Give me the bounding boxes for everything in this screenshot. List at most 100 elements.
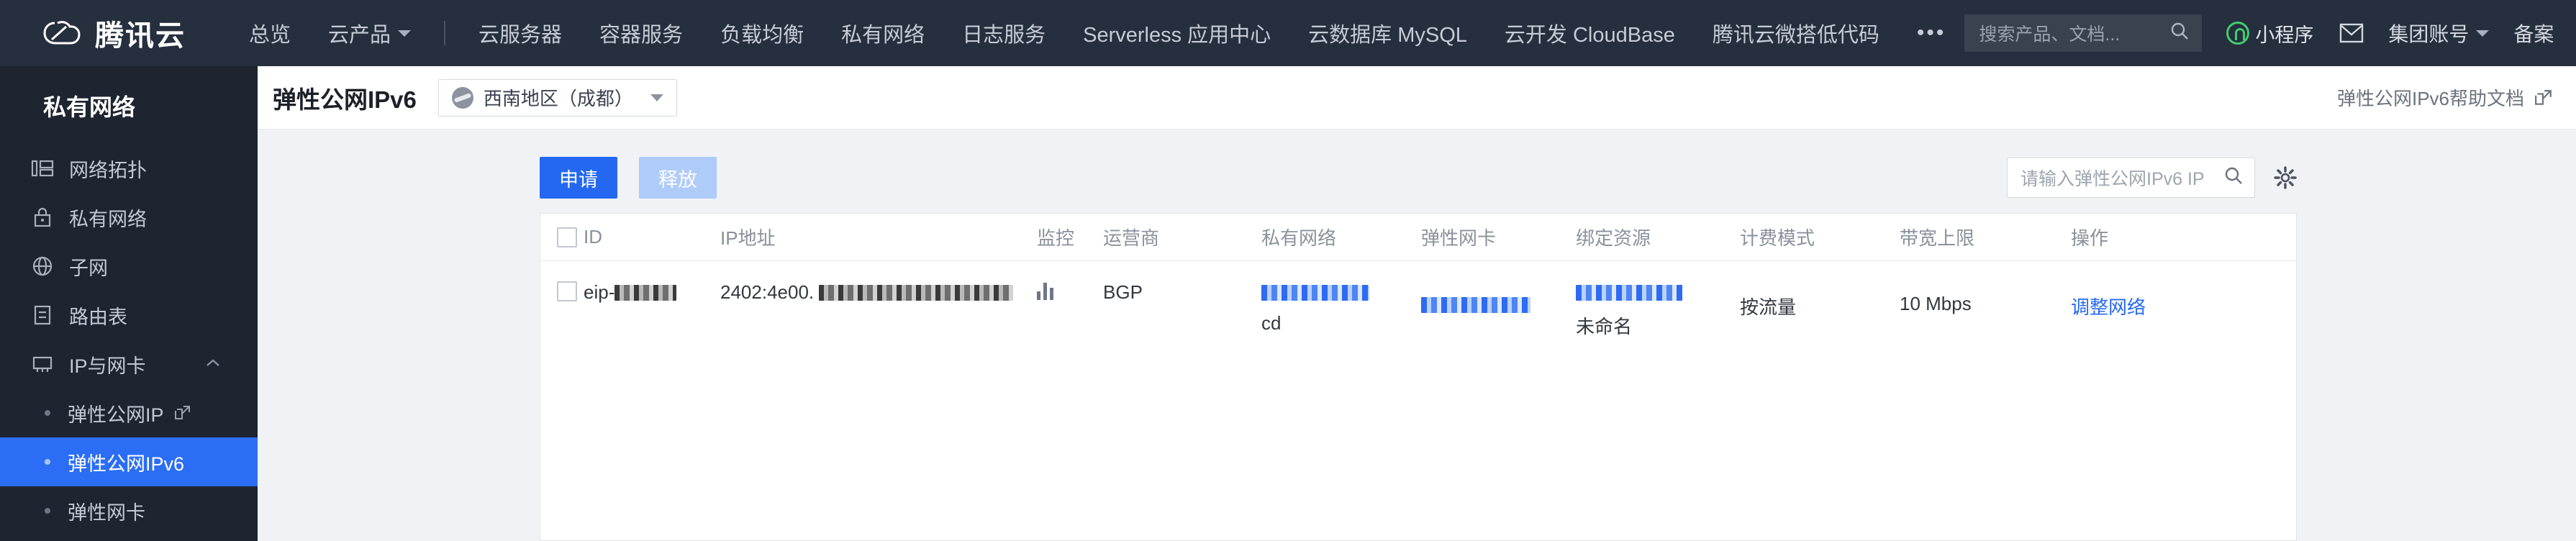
row-checkbox[interactable] <box>557 281 577 301</box>
sidebar: 私有网络 网络拓扑 私有网络 子网 路由表 IP与网卡 弹性公网IP 弹性公网I… <box>0 66 258 541</box>
top-header: 腾讯云 总览 云产品 云服务器 容器服务 负载均衡 私有网络 日志服务 Serv… <box>0 0 2576 66</box>
sidebar-item-eni[interactable]: 弹性网卡 <box>0 486 258 535</box>
row-select-cell <box>540 281 584 301</box>
global-search-placeholder: 搜索产品、文档... <box>1979 24 2121 45</box>
nav-label: 云数据库 MySQL <box>1308 24 1467 47</box>
chevron-up-icon[interactable] <box>204 355 222 373</box>
nav-more-button[interactable]: ••• <box>1898 21 1965 45</box>
column-header-ip: IP地址 <box>720 227 776 249</box>
external-link-icon <box>174 404 191 422</box>
brand-name: 腾讯云 <box>95 20 186 52</box>
page-title: 弹性公网IPv6 <box>273 86 417 113</box>
header-link-label: 备案 <box>2513 23 2554 45</box>
apply-button[interactable]: 申请 <box>540 157 617 199</box>
help-doc-link[interactable]: 弹性公网IPv6帮助文档 <box>2337 84 2553 111</box>
table-row[interactable]: eip- 2402:4e00. BGP cd 未命名 按流量 10 Mbps 调… <box>540 261 2296 339</box>
table-search-box[interactable]: 请输入弹性公网IPv6 IP <box>2007 158 2255 198</box>
nav-label: 日志服务 <box>962 24 1046 47</box>
cell-billing-mode: 按流量 <box>1740 296 1797 318</box>
column-header-bandwidth: 带宽上限 <box>1900 227 1975 249</box>
redacted-vpc <box>1261 285 1369 301</box>
sidebar-item-label: IP与网卡 <box>69 355 146 377</box>
topology-icon <box>30 156 55 181</box>
cell-id-prefix: eip- <box>584 281 615 303</box>
nav-item-overview[interactable]: 总览 <box>230 0 309 66</box>
bar-chart-icon[interactable] <box>1037 281 1103 300</box>
sidebar-item-subnet[interactable]: 子网 <box>0 242 258 291</box>
cell-eni[interactable] <box>1421 281 1576 316</box>
column-header-monitor: 监控 <box>1037 227 1075 249</box>
column-header-billing-mode: 计费模式 <box>1740 227 1815 249</box>
table-header-row: ID IP地址 监控 运营商 私有网络 弹性网卡 绑定资源 计费模式 带宽上限 … <box>540 214 2296 261</box>
nav-item-cloudbase[interactable]: 云开发 CloudBase <box>1486 0 1694 66</box>
document-icon <box>30 303 55 327</box>
cell-action: 调整网络 <box>2071 281 2229 319</box>
toolbar-right-group: 请输入弹性公网IPv6 IP <box>2007 158 2297 198</box>
cell-ip: 2402:4e00. <box>720 281 1037 304</box>
sidebar-item-route-table[interactable]: 路由表 <box>0 291 258 340</box>
nic-icon <box>30 352 55 376</box>
globe-icon <box>451 86 473 109</box>
nav-item-cls[interactable]: 日志服务 <box>943 0 1064 66</box>
nav-item-container[interactable]: 容器服务 <box>581 0 702 66</box>
sidebar-item-eipv6[interactable]: 弹性公网IPv6 <box>0 437 258 486</box>
sidebar-item-eip[interactable]: 弹性公网IP <box>0 388 258 437</box>
cell-isp: BGP <box>1103 281 1143 303</box>
sidebar-item-label: 私有网络 <box>69 208 147 230</box>
mini-program-link[interactable]: 小程序 <box>2226 19 2313 47</box>
column-header-vpc: 私有网络 <box>1261 227 1337 249</box>
sidebar-item-label: 路由表 <box>69 306 127 328</box>
column-header-eni: 弹性网卡 <box>1421 227 1497 249</box>
nav-item-vpc[interactable]: 私有网络 <box>822 0 943 66</box>
sidebar-item-ip-and-nic[interactable]: IP与网卡 <box>0 340 258 388</box>
header-right-group: 搜索产品、文档... 小程序 集团账号 备案 <box>1964 14 2576 52</box>
globe-icon <box>30 254 55 278</box>
bullet-icon <box>45 459 50 465</box>
message-icon[interactable] <box>2339 22 2364 44</box>
mini-program-icon <box>2226 22 2250 45</box>
bullet-icon <box>45 508 50 514</box>
search-icon[interactable] <box>2223 165 2244 191</box>
sidebar-item-label: 网络拓扑 <box>69 159 147 181</box>
select-all-cell <box>540 227 584 247</box>
nav-label: 容器服务 <box>599 24 684 47</box>
redacted-id <box>614 285 677 301</box>
sidebar-item-vpc[interactable]: 私有网络 <box>0 193 258 242</box>
sidebar-item-label: 弹性公网IPv6 <box>68 453 185 475</box>
cell-monitor[interactable] <box>1037 281 1103 300</box>
cell-bandwidth: 10 Mbps <box>1900 293 1972 314</box>
cell-vpc[interactable]: cd <box>1261 281 1421 335</box>
lock-icon <box>30 205 55 229</box>
sidebar-item-network-topology[interactable]: 网络拓扑 <box>0 144 258 193</box>
cell-id[interactable]: eip- <box>584 281 720 304</box>
release-button[interactable]: 释放 <box>639 157 717 199</box>
brand-logo[interactable]: 腾讯云 <box>42 12 186 54</box>
header-link-beian[interactable]: 备案 <box>2513 19 2554 47</box>
redacted-bound-resource <box>1576 285 1682 301</box>
region-label: 西南地区（成都） <box>483 88 633 109</box>
nav-item-serverless[interactable]: Serverless 应用中心 <box>1064 0 1289 66</box>
column-header-bound-resource: 绑定资源 <box>1576 227 1651 249</box>
nav-label: 云产品 <box>328 24 391 47</box>
cell-bound-resource-sub: 未命名 <box>1576 316 1633 337</box>
nav-item-cvm[interactable]: 云服务器 <box>460 0 581 66</box>
page-header: 弹性公网IPv6 西南地区（成都） 弹性公网IPv6帮助文档 <box>258 66 2576 129</box>
adjust-network-link[interactable]: 调整网络 <box>2071 296 2146 318</box>
nav-item-products[interactable]: 云产品 <box>309 0 430 66</box>
search-icon[interactable] <box>2169 20 2190 47</box>
nav-label: 私有网络 <box>841 24 925 47</box>
header-link-group-account[interactable]: 集团账号 <box>2388 19 2490 47</box>
nav-item-lowcode[interactable]: 腾讯云微搭低代码 <box>1694 0 1898 66</box>
select-all-checkbox[interactable] <box>557 227 577 247</box>
global-search-box[interactable]: 搜索产品、文档... <box>1964 14 2203 52</box>
column-settings-gear-icon[interactable] <box>2274 166 2297 189</box>
nav-item-clb[interactable]: 负载均衡 <box>702 0 822 66</box>
cell-vpc-sub: cd <box>1261 312 1282 334</box>
table-toolbar: 申请 释放 请输入弹性公网IPv6 IP <box>540 157 2297 199</box>
cell-bound-resource[interactable]: 未命名 <box>1576 281 1740 339</box>
nav-item-mysql[interactable]: 云数据库 MySQL <box>1289 0 1486 66</box>
sidebar-item-label: 弹性网卡 <box>68 501 145 524</box>
region-selector[interactable]: 西南地区（成都） <box>437 78 677 117</box>
column-header-action: 操作 <box>2071 227 2109 249</box>
nav-label: 云开发 CloudBase <box>1504 24 1675 47</box>
